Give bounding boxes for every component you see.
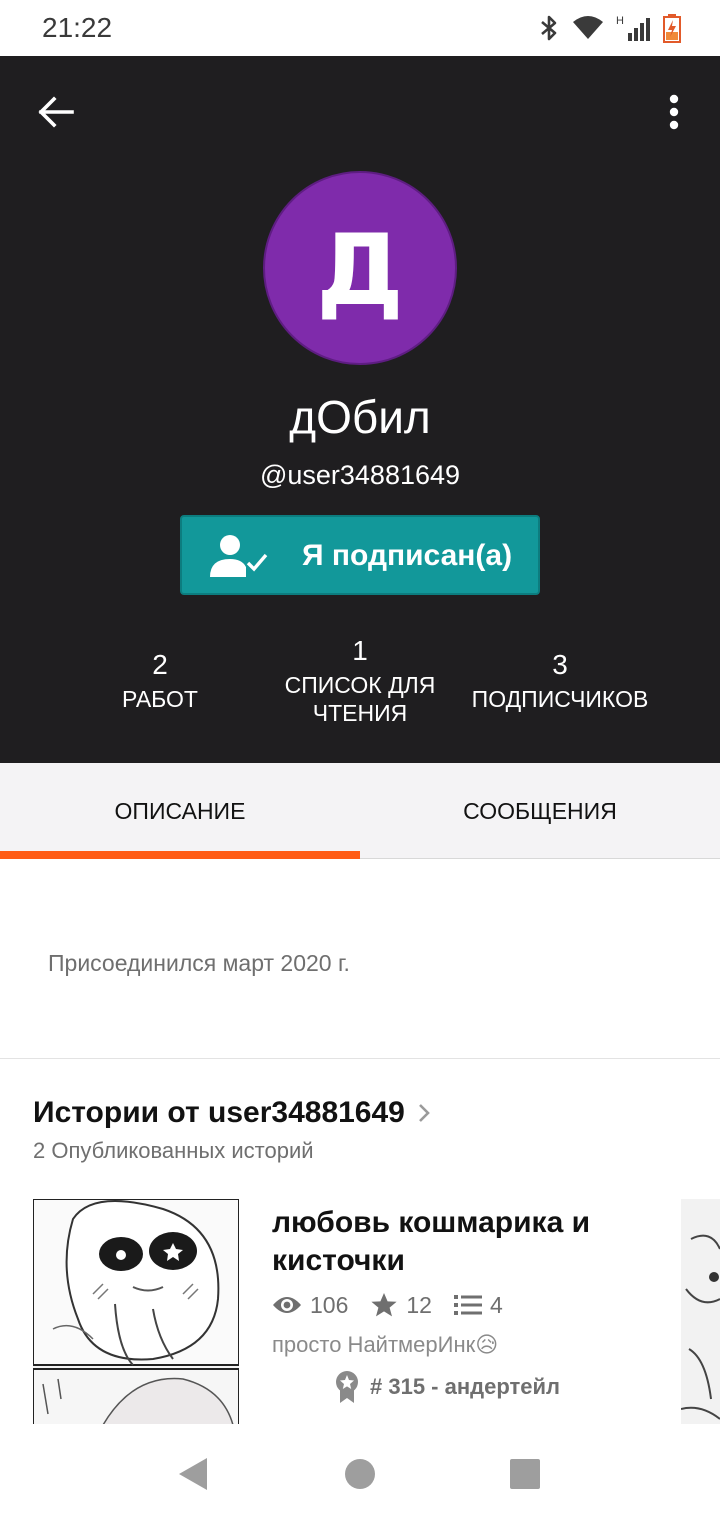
bluetooth-icon: [541, 15, 557, 41]
story-rank[interactable]: # 315 - андертейл: [334, 1370, 560, 1404]
chevron-right-icon: [418, 1104, 430, 1122]
story-votes-count: 12: [406, 1291, 432, 1318]
status-bar: 21:22 H: [0, 0, 720, 56]
story-cover-image[interactable]: [33, 1199, 239, 1425]
stories-section-title[interactable]: Истории от user34881649: [33, 1096, 431, 1130]
story-parts-count: 4: [489, 1291, 503, 1318]
story-parts: 4: [453, 1291, 503, 1319]
more-options-button[interactable]: [658, 86, 690, 138]
story-rank-text: # 315 - андертейл: [370, 1374, 560, 1399]
nav-back-icon: [179, 1458, 207, 1490]
eye-icon: [273, 1297, 301, 1313]
next-story-cover-partial[interactable]: [681, 1199, 720, 1425]
stat-works-label: РАБОТ: [122, 686, 198, 712]
status-icons: H: [538, 12, 682, 44]
stat-followers-value: 3: [552, 649, 568, 680]
arrow-left-icon: [38, 96, 74, 128]
story-votes: 12: [370, 1292, 432, 1319]
stat-works[interactable]: 2 РАБОТ: [100, 645, 220, 713]
joined-date: Присоединился март 2020 г.: [48, 950, 350, 976]
stat-reading-lists-value: 1: [352, 635, 368, 666]
story-reads-count: 106: [310, 1291, 349, 1318]
star-icon: [371, 1293, 397, 1317]
wifi-icon: [573, 16, 604, 39]
network-type-label: H: [616, 15, 624, 27]
nav-home-button[interactable]: [340, 1454, 380, 1494]
person-check-icon: [210, 535, 268, 577]
active-tab-indicator: [0, 851, 360, 859]
cell-signal-icon: H: [616, 15, 650, 41]
nav-home-icon: [345, 1459, 375, 1489]
nav-recents-icon: [510, 1459, 540, 1489]
tab-about[interactable]: ОПИСАНИЕ: [0, 763, 360, 859]
stat-reading-lists[interactable]: 1 СПИСОК ДЛЯ ЧТЕНИЯ: [270, 631, 450, 727]
stat-followers-label: ПОДПИСЧИКОВ: [471, 686, 649, 712]
profile-tabs: ОПИСАНИЕ СООБЩЕНИЯ: [0, 763, 720, 859]
section-divider: [0, 1058, 720, 1059]
status-time: 21:22: [42, 12, 113, 43]
battery-charging-icon: [663, 14, 681, 43]
story-title[interactable]: любовь кошмарика и кисточки: [272, 1204, 682, 1280]
tab-messages[interactable]: СООБЩЕНИЯ: [360, 763, 720, 859]
profile-header: Д дОбил @user34881649 Я подписан(а) 2 РА…: [0, 56, 720, 763]
profile-stats: 2 РАБОТ 1 СПИСОК ДЛЯ ЧТЕНИЯ 3 ПОДПИСЧИКО…: [0, 631, 720, 741]
next-story-illustration: [681, 1199, 720, 1425]
story-stats: 106 12 4: [272, 1288, 525, 1322]
stories-count: 2 Опубликованных историй: [33, 1138, 314, 1163]
list-icon: [453, 1295, 482, 1315]
story-description: просто НайтмерИнк😥: [272, 1332, 499, 1357]
nav-back-button[interactable]: [172, 1454, 212, 1494]
system-nav-bar: [0, 1424, 720, 1520]
more-vert-icon: [669, 94, 679, 130]
avatar[interactable]: Д: [263, 171, 457, 365]
stat-followers[interactable]: 3 ПОДПИСЧИКОВ: [460, 645, 660, 713]
award-badge-icon: [336, 1371, 358, 1403]
following-label: Я подписан(а): [302, 539, 513, 572]
story-reads: 106: [272, 1292, 348, 1319]
display-name: дОбил: [289, 391, 431, 443]
username: @user34881649: [259, 460, 461, 490]
story-cover-illustration: [33, 1199, 239, 1425]
back-button[interactable]: [30, 86, 82, 138]
stat-works-value: 2: [152, 649, 168, 680]
following-button[interactable]: Я подписан(а): [180, 515, 540, 595]
nav-recents-button[interactable]: [505, 1454, 545, 1494]
stories-title-text: Истории от user34881649: [33, 1096, 405, 1129]
avatar-letter: Д: [316, 214, 404, 328]
stat-reading-lists-label: СПИСОК ДЛЯ ЧТЕНИЯ: [284, 672, 436, 726]
